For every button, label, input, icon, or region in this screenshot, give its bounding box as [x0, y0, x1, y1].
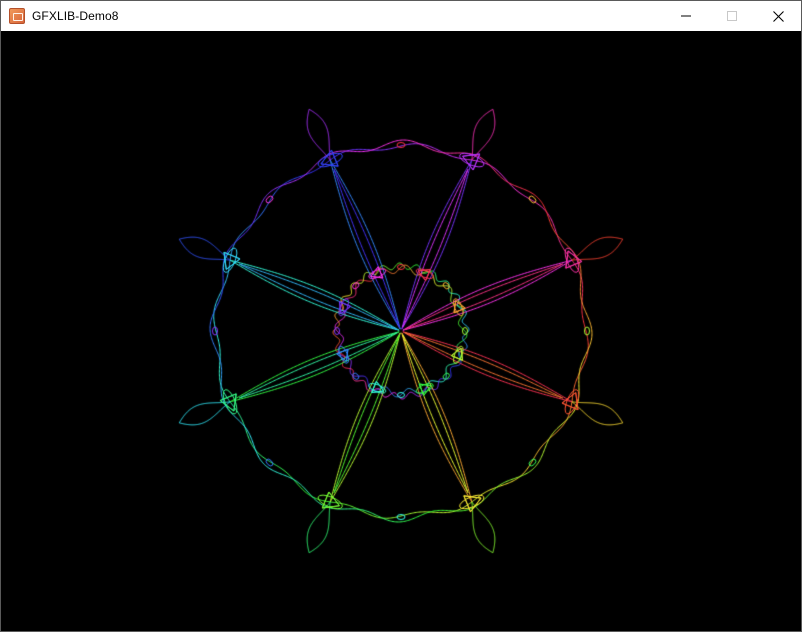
minimize-icon — [681, 15, 691, 17]
render-area[interactable] — [1, 31, 801, 631]
minimize-button[interactable] — [663, 1, 709, 31]
title-bar[interactable]: GFXLIB-Demo8 — [1, 1, 801, 31]
close-icon — [772, 10, 784, 22]
window-title: GFXLIB-Demo8 — [32, 9, 119, 23]
maximize-icon — [727, 11, 737, 21]
close-button[interactable] — [755, 1, 801, 31]
window-controls — [663, 1, 801, 31]
app-icon[interactable] — [9, 8, 25, 24]
graphics-canvas[interactable] — [1, 31, 801, 631]
app-window: GFXLIB-Demo8 — [0, 0, 802, 632]
maximize-button[interactable] — [709, 1, 755, 31]
